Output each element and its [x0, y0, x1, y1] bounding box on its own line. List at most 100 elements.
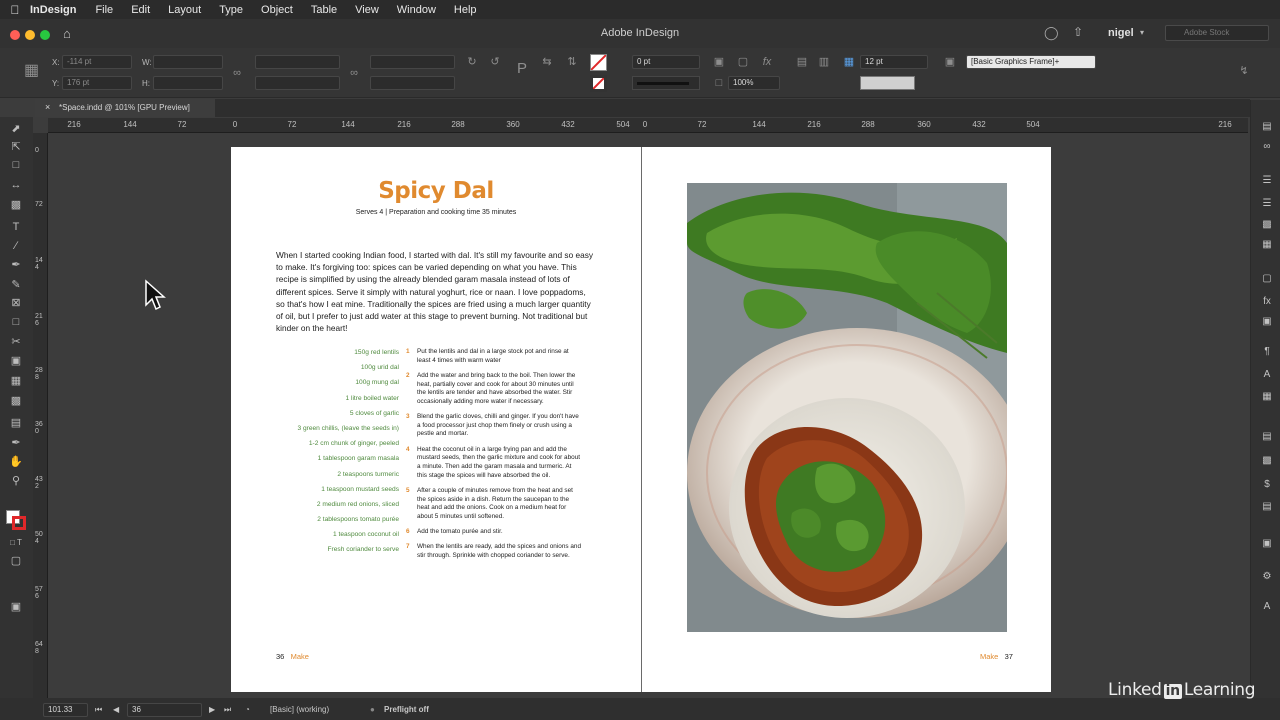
selection-tool-icon[interactable]: ⬈: [7, 121, 25, 137]
frame-fitting-icon[interactable]: ▣: [712, 55, 726, 69]
rotate-cw-icon[interactable]: ↻: [465, 55, 479, 69]
stroke-type-select[interactable]: [632, 76, 700, 90]
direct-selection-tool-icon[interactable]: ⇱: [7, 139, 25, 155]
page-field[interactable]: 36: [127, 703, 202, 717]
last-page-icon[interactable]: ⏭: [224, 705, 231, 715]
cc-settings-panel-icon[interactable]: ⚙: [1259, 570, 1275, 584]
chevron-down-icon[interactable]: ▾: [1140, 28, 1144, 37]
x-field[interactable]: -114 pt: [62, 55, 132, 69]
gap-field[interactable]: 12 pt: [860, 55, 928, 69]
rectangle-frame-tool-icon[interactable]: ⊠: [7, 295, 25, 311]
object-styles-panel-icon[interactable]: ▣: [1259, 315, 1275, 329]
preview-toggle-icon[interactable]: ◔: [245, 705, 250, 714]
stroke-panel-icon[interactable]: ☰: [1259, 197, 1275, 211]
menu-type[interactable]: Type: [210, 4, 252, 16]
stock-panel-icon[interactable]: $: [1259, 478, 1275, 492]
recipe-title[interactable]: Spicy Dal: [231, 178, 641, 204]
y-field[interactable]: 176 pt: [62, 76, 132, 90]
ingredients-list[interactable]: 150g red lentils 100g urid dal 100g mung…: [271, 348, 399, 561]
text-wrap-panel-icon[interactable]: ▩: [1259, 454, 1275, 468]
menu-view[interactable]: View: [346, 4, 388, 16]
drop-shadow-icon[interactable]: ▢: [736, 55, 750, 69]
page-tool-icon[interactable]: □: [7, 157, 25, 173]
preflight-status[interactable]: Preflight off: [384, 705, 429, 714]
note-tool-icon[interactable]: ▤: [7, 415, 25, 431]
auto-fit-icon[interactable]: ▦: [842, 55, 856, 69]
formatting-affects-container-icon[interactable]: □ T: [7, 535, 25, 551]
hand-tool-icon[interactable]: ✋: [7, 454, 25, 470]
fill-swatch[interactable]: [590, 54, 607, 71]
table-panel-icon[interactable]: ▦: [1259, 390, 1275, 404]
effects-panel-icon[interactable]: fx: [1259, 295, 1275, 309]
rotate-ccw-icon[interactable]: ↺: [488, 55, 502, 69]
rotate-field[interactable]: [370, 55, 455, 69]
paragraph-styles-panel-icon[interactable]: ¶: [1259, 345, 1275, 359]
glyphs-panel-icon[interactable]: A: [1259, 600, 1275, 614]
menu-file[interactable]: File: [86, 4, 122, 16]
reference-point-icon[interactable]: ▦: [24, 63, 39, 79]
pages-panel-icon[interactable]: ▤: [1259, 120, 1275, 134]
previous-page-icon[interactable]: ◀: [113, 705, 119, 714]
effects-fx-icon[interactable]: fx: [760, 55, 774, 69]
vertical-ruler[interactable]: 0 72 144 216 288 360 432 504 576 648: [33, 133, 48, 698]
shear-field[interactable]: [370, 76, 455, 90]
lightning-icon[interactable]: ↯: [1237, 64, 1251, 78]
flip-v-icon[interactable]: ⇅: [565, 55, 579, 69]
align-left-icon[interactable]: ▤: [795, 55, 809, 69]
width-field[interactable]: [153, 55, 223, 69]
corner-shape-select[interactable]: [860, 76, 915, 90]
menu-object[interactable]: Object: [252, 4, 302, 16]
free-transform-tool-icon[interactable]: ▣: [7, 353, 25, 369]
recipe-intro[interactable]: When I started cooking Indian food, I st…: [276, 249, 596, 334]
apple-icon[interactable]: : [0, 3, 30, 17]
menu-table[interactable]: Table: [302, 4, 346, 16]
rectangle-tool-icon[interactable]: □: [7, 314, 25, 330]
character-styles-panel-icon[interactable]: A: [1259, 368, 1275, 382]
share-icon[interactable]: ⇧: [1073, 25, 1083, 39]
menu-help[interactable]: Help: [445, 4, 486, 16]
screen-mode-icon[interactable]: ▣: [7, 599, 25, 615]
selection-container-icon[interactable]: P: [515, 61, 529, 76]
scissors-tool-icon[interactable]: ✂: [7, 334, 25, 350]
menu-app-name[interactable]: InDesign: [30, 4, 86, 16]
first-page-icon[interactable]: ⏮: [95, 705, 102, 715]
menu-layout[interactable]: Layout: [159, 4, 210, 16]
type-tool-icon[interactable]: T: [7, 219, 25, 235]
right-page[interactable]: Make 37: [642, 147, 1051, 692]
zoom-field[interactable]: 101.33: [43, 703, 88, 717]
method-steps[interactable]: 1 Put the lentils and dal in a large stoc…: [406, 348, 581, 567]
close-tab-icon[interactable]: ×: [45, 102, 50, 112]
flip-h-icon[interactable]: ⇆: [540, 55, 554, 69]
pencil-tool-icon[interactable]: ✎: [7, 277, 25, 293]
align-center-icon[interactable]: ▥: [817, 55, 831, 69]
gap-tool-icon[interactable]: ↔: [7, 177, 25, 193]
fill-stroke-proxy[interactable]: [6, 510, 26, 530]
constrain-scale-icon[interactable]: ∞: [347, 66, 361, 80]
adobe-stock-search[interactable]: Adobe Stock: [1165, 25, 1269, 41]
constrain-link-icon[interactable]: ∞: [230, 66, 244, 80]
dal-photo[interactable]: [687, 183, 1007, 632]
links-panel-icon[interactable]: ∞: [1259, 140, 1275, 154]
gradient-swatch-tool-icon[interactable]: ▦: [7, 373, 25, 389]
pathfinder-panel-icon[interactable]: ▣: [1259, 537, 1275, 551]
recipe-serves[interactable]: Serves 4 | Preparation and cooking time …: [231, 209, 641, 216]
preflight-profile[interactable]: [Basic] (working): [270, 705, 329, 714]
left-page[interactable]: Spicy Dal Serves 4 | Preparation and coo…: [231, 147, 641, 692]
next-page-icon[interactable]: ▶: [209, 705, 215, 714]
scale-y-field[interactable]: [255, 76, 340, 90]
cc-libraries-panel-icon[interactable]: ▤: [1259, 430, 1275, 444]
user-name[interactable]: nigel: [1108, 27, 1134, 39]
swatches-panel-icon[interactable]: ▦: [1259, 238, 1275, 252]
line-tool-icon[interactable]: ∕: [7, 238, 25, 254]
apply-none-icon[interactable]: ▢: [7, 553, 25, 569]
align-panel-icon[interactable]: ▤: [1259, 500, 1275, 514]
eyedropper-tool-icon[interactable]: ✒: [7, 435, 25, 451]
pen-tool-icon[interactable]: ✒: [7, 257, 25, 273]
stroke-weight-field[interactable]: 0 pt: [632, 55, 700, 69]
menu-window[interactable]: Window: [388, 4, 445, 16]
gradient-feather-tool-icon[interactable]: ▩: [7, 393, 25, 409]
stroke-swatch[interactable]: [590, 75, 607, 92]
content-collector-icon[interactable]: ▩: [7, 197, 25, 213]
gradient-panel-icon[interactable]: ▢: [1259, 272, 1275, 286]
height-field[interactable]: [153, 76, 223, 90]
